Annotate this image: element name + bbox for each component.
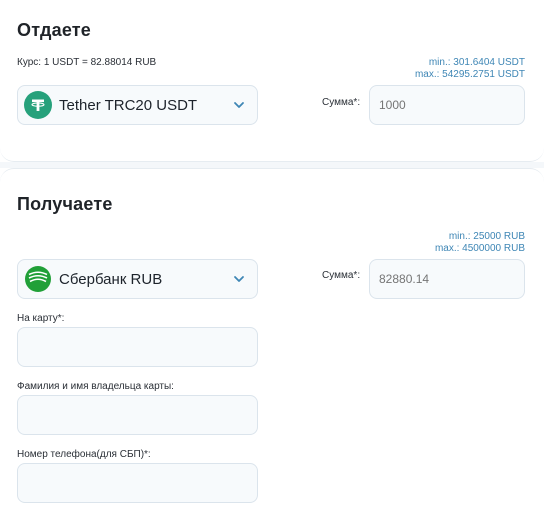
give-sum-label: Сумма*: bbox=[322, 97, 361, 108]
give-title: Отдаете bbox=[17, 20, 92, 40]
get-currency-name: Сбербанк RUB bbox=[59, 270, 163, 288]
give-currency-select[interactable]: Tether TRC20 USDT bbox=[17, 85, 258, 125]
get-min-limit: min.: 25000 RUB bbox=[448, 231, 525, 242]
tether-icon bbox=[24, 91, 52, 119]
get-limits: min.: 25000 RUB max.: 4500000 RUB bbox=[435, 231, 525, 255]
chevron-down-icon bbox=[234, 276, 244, 282]
cardholder-name-label: Фамилия и имя владельца карты: bbox=[17, 381, 174, 392]
card-number-input[interactable] bbox=[17, 327, 258, 367]
get-currency-select[interactable]: Сбербанк RUB bbox=[17, 259, 258, 299]
exchange-rate: Курс: 1 USDT = 82.88014 RUB bbox=[17, 57, 157, 68]
phone-number-input[interactable] bbox=[17, 463, 258, 503]
get-section: Получаете min.: 25000 RUB max.: 4500000 … bbox=[0, 168, 544, 515]
phone-number-label: Номер телефона(для СБП)*: bbox=[17, 449, 151, 460]
give-max-limit: max.: 54295.2751 USDT bbox=[414, 69, 525, 80]
get-title: Получаете bbox=[17, 194, 113, 214]
get-max-limit: max.: 4500000 RUB bbox=[434, 243, 525, 254]
get-sum-label: Сумма*: bbox=[322, 270, 361, 281]
chevron-down-icon bbox=[234, 102, 244, 108]
give-limits: min.: 301.6404 USDT max.: 54295.2751 USD… bbox=[415, 57, 525, 81]
card-number-label: На карту*: bbox=[17, 313, 65, 324]
sberbank-icon bbox=[24, 265, 52, 293]
give-sum-input[interactable] bbox=[369, 85, 525, 125]
get-sum-input[interactable] bbox=[369, 259, 525, 299]
cardholder-name-input[interactable] bbox=[17, 395, 258, 435]
give-section: Отдаете Курс: 1 USDT = 82.88014 RUB min.… bbox=[0, 0, 544, 162]
give-min-limit: min.: 301.6404 USDT bbox=[428, 57, 525, 68]
give-currency-name: Tether TRC20 USDT bbox=[59, 96, 198, 114]
